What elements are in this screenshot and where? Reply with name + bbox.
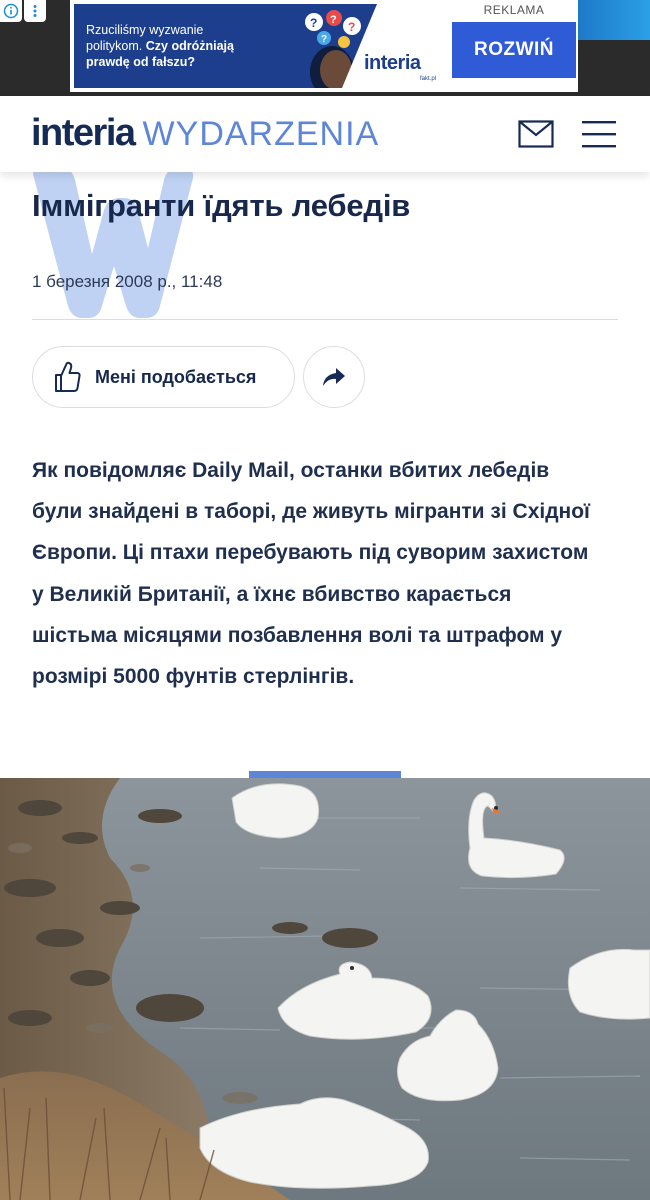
ad-brand-sub: fakt.pl xyxy=(420,76,437,82)
like-label: Мені подобається xyxy=(95,367,257,387)
ad-expand-button[interactable]: ROZWIŃ xyxy=(452,22,576,78)
article-title: Іммігранти їдять лебедів xyxy=(32,188,411,223)
thumbs-up-icon xyxy=(55,361,81,392)
ad-bar: Rzuciliśmy wyzwanie politykom. Czy odróż… xyxy=(0,0,650,96)
article-date: 1 березня 2008 р., 11:48 xyxy=(32,272,223,291)
logo-main-text: interia xyxy=(31,112,136,154)
photo-tab-accent xyxy=(249,771,401,778)
svg-text:?: ? xyxy=(321,34,327,45)
share-button[interactable] xyxy=(303,346,365,408)
ad-brand-logo: interia xyxy=(364,52,421,74)
logo-section-text: WYDARZENIA xyxy=(142,115,380,153)
ad-banner[interactable]: Rzuciliśmy wyzwanie politykom. Czy odróż… xyxy=(70,0,578,92)
ad-side-strip xyxy=(578,0,650,40)
article-lead: Як повідомляє Daily Mail, останки вбитих… xyxy=(32,459,590,689)
article-photo-swans[interactable] xyxy=(0,778,650,1200)
site-logo[interactable]: interia WYDARZENIA xyxy=(31,112,379,155)
ad-sponsored-label: REKLAMA xyxy=(483,3,545,17)
like-button[interactable]: Мені подобається xyxy=(32,346,295,408)
svg-text:?: ? xyxy=(330,14,337,26)
ad-teaser-text: Rzuciliśmy wyzwanie politykom. Czy odróż… xyxy=(86,23,234,69)
hamburger-menu-icon[interactable] xyxy=(582,118,616,150)
info-icon[interactable] xyxy=(0,0,22,22)
ad-teaser[interactable]: Rzuciliśmy wyzwanie politykom. Czy odróż… xyxy=(74,4,448,88)
more-vertical-icon[interactable] xyxy=(24,0,46,22)
share-arrow-icon xyxy=(323,368,345,386)
mail-icon[interactable] xyxy=(518,120,554,148)
svg-text:?: ? xyxy=(348,20,355,34)
divider xyxy=(32,319,618,320)
svg-text:?: ? xyxy=(310,16,317,30)
